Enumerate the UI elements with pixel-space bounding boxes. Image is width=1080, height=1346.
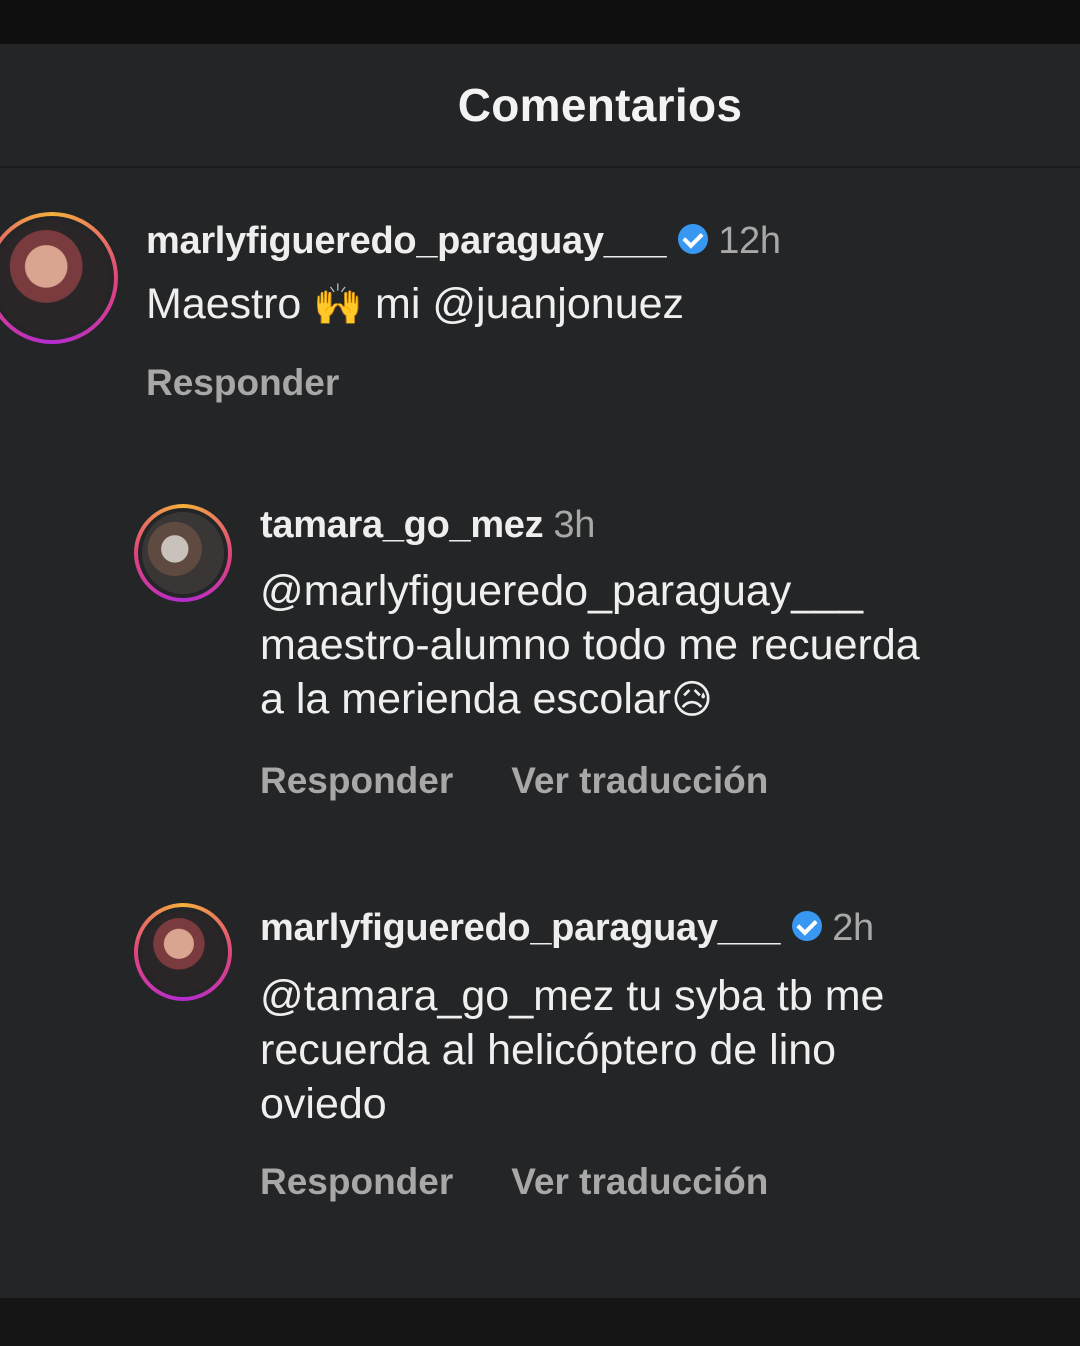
comment-actions: Responder Ver traducción: [260, 760, 768, 802]
comment-text: Maestro 🙌 mi @juanjonuez: [146, 277, 684, 332]
verified-badge-icon: [792, 910, 823, 941]
translate-button[interactable]: Ver traducción: [511, 760, 768, 801]
bottom-bar-area: [0, 1298, 1080, 1346]
reply-button[interactable]: Responder: [260, 760, 453, 801]
avatar[interactable]: [0, 212, 118, 344]
verified-badge-icon: [678, 223, 709, 254]
comment-text-line: maestro-alumno todo me recuerda: [260, 621, 920, 669]
comment-text-line: a la merienda escolar😥: [260, 672, 713, 727]
avatar[interactable]: [134, 903, 232, 1001]
username-text[interactable]: tamara_go_mez: [260, 504, 544, 546]
comment-text-start: Maestro: [146, 280, 314, 328]
reply-button[interactable]: Responder: [260, 1161, 453, 1202]
comment-text-line: oviedo: [260, 1080, 387, 1128]
comment: marlyfigueredo_paraguay___ 12h Maestro 🙌 …: [0, 44, 1080, 444]
comment-text-end: mi @juanjonuez: [363, 280, 685, 328]
username-text[interactable]: marlyfigueredo_paraguay___: [260, 907, 781, 949]
reply-comment: marlyfigueredo_paraguay___ 2h @tamara_go_…: [0, 889, 1080, 1249]
comment-time: 12h: [718, 220, 781, 262]
comment-time: 2h: [832, 907, 874, 949]
raising-hands-emoji-icon: 🙌: [313, 283, 364, 327]
comment-time: 3h: [553, 504, 596, 546]
comments-panel: Comentarios marlyfigueredo_paraguay___ 12…: [0, 44, 1080, 1298]
sad-face-emoji-icon: 😥: [671, 678, 713, 722]
comment-text-line-content: a la merienda escolar: [260, 675, 672, 723]
comment-actions: Responder: [146, 362, 339, 404]
translate-button[interactable]: Ver traducción: [511, 1161, 768, 1202]
reply-button[interactable]: Responder: [146, 362, 339, 403]
comment-text-line[interactable]: @marlyfigueredo_paraguay___: [260, 564, 863, 618]
status-bar-area: [0, 0, 1080, 44]
comment-username[interactable]: tamara_go_mez 3h: [260, 504, 595, 547]
comment-username[interactable]: marlyfigueredo_paraguay___ 2h: [260, 907, 874, 950]
comment-text-line: @tamara_go_mez tu syba tb me: [260, 972, 885, 1020]
comment-text-line: recuerda al helicóptero de lino: [260, 1026, 837, 1074]
username-text[interactable]: marlyfigueredo_paraguay___: [146, 220, 667, 262]
comment-username[interactable]: marlyfigueredo_paraguay___ 12h: [146, 220, 781, 263]
comment-actions: Responder Ver traducción: [260, 1161, 768, 1203]
reply-comment: tamara_go_mez 3h @marlyfigueredo_paraguay…: [0, 484, 1080, 844]
avatar[interactable]: [134, 504, 232, 602]
